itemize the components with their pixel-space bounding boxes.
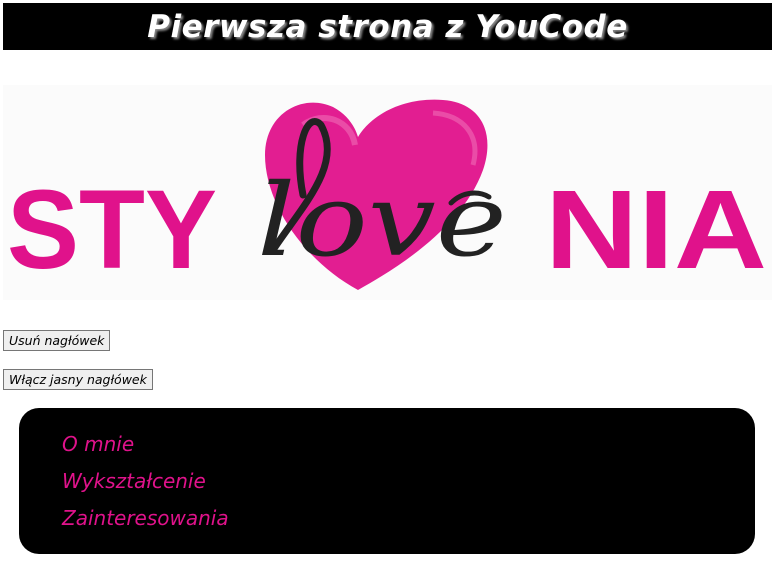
nav-item-interests[interactable]: Zainteresowania: [62, 500, 229, 537]
svg-text:STY: STY: [7, 167, 217, 292]
nav-menu: O mnie Wykształcenie Zainteresowania: [19, 408, 755, 554]
page-title: Pierwsza strona z YouCode: [147, 8, 628, 45]
svg-text:NIA: NIA: [545, 167, 767, 292]
stylovenia-logo: STY NIA love: [3, 85, 772, 300]
nav-item-about[interactable]: O mnie: [62, 426, 229, 463]
nav-item-education[interactable]: Wykształcenie: [62, 463, 229, 500]
light-header-button[interactable]: Włącz jasny nagłówek: [3, 369, 153, 390]
page-header: Pierwsza strona z YouCode: [3, 3, 772, 50]
nav-list: O mnie Wykształcenie Zainteresowania: [62, 426, 229, 537]
remove-header-button[interactable]: Usuń nagłówek: [3, 330, 111, 351]
